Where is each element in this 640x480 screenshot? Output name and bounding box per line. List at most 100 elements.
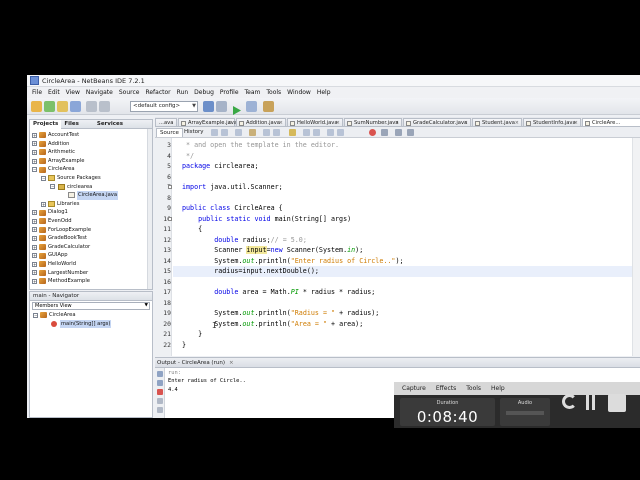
- debug-icon[interactable]: [246, 101, 257, 112]
- uncomment-icon[interactable]: [337, 129, 344, 136]
- code-area[interactable]: 3 * and open the template in the editor.…: [163, 138, 640, 356]
- find-icon[interactable]: [249, 129, 256, 136]
- projects-scrollbar[interactable]: [147, 129, 152, 289]
- hammer-icon[interactable]: [203, 101, 214, 112]
- tree-item-accounttest[interactable]: + AccountTest: [30, 131, 152, 140]
- stop-macro-icon[interactable]: [381, 129, 388, 136]
- tree-item-addition[interactable]: + Addition: [30, 140, 152, 149]
- menu-source[interactable]: Source: [116, 87, 143, 98]
- close-icon[interactable]: ×: [228, 119, 232, 126]
- pause-icon[interactable]: [592, 395, 595, 410]
- config-select[interactable]: <default config> ▼: [130, 101, 198, 112]
- expand-icon[interactable]: +: [32, 227, 37, 233]
- tree-item-circlearea-package[interactable]: − circlearea: [30, 183, 152, 192]
- stop-recording-icon[interactable]: [608, 394, 626, 412]
- clear-icon[interactable]: [157, 407, 163, 413]
- shift-left-icon[interactable]: [303, 129, 310, 136]
- expand-icon[interactable]: +: [32, 149, 37, 155]
- close-icon[interactable]: ×: [515, 119, 519, 126]
- tree-item-gradebooktest[interactable]: + GradeBookTest: [30, 234, 152, 243]
- tree-item-guiapp[interactable]: + GUIApp: [30, 251, 152, 260]
- close-icon[interactable]: ×: [229, 358, 234, 368]
- close-icon[interactable]: ×: [464, 119, 468, 126]
- expand-icon[interactable]: +: [32, 278, 37, 284]
- tree-item-dialog1[interactable]: + Dialog1: [30, 208, 152, 217]
- fold-icon[interactable]: [168, 185, 172, 189]
- comment-icon[interactable]: [327, 129, 334, 136]
- tree-item-forloopexample[interactable]: + ForLoopExample: [30, 226, 152, 235]
- pause-icon[interactable]: [586, 395, 589, 410]
- recorder-menu-capture[interactable]: Capture: [397, 385, 431, 392]
- expand-icon[interactable]: +: [32, 141, 37, 147]
- tree-item-circlearea-java[interactable]: CircleArea.java: [30, 191, 152, 200]
- undo-icon[interactable]: [86, 101, 97, 112]
- recorder-menu-tools[interactable]: Tools: [461, 385, 486, 392]
- menu-debug[interactable]: Debug: [191, 87, 217, 98]
- profile-icon[interactable]: [263, 101, 274, 112]
- menu-refactor[interactable]: Refactor: [142, 87, 173, 98]
- tab-file-studentinfo[interactable]: StudentInfo.java ×: [523, 118, 581, 126]
- back-icon[interactable]: [221, 129, 228, 136]
- tree-item-evenodd[interactable]: + EvenOdd: [30, 217, 152, 226]
- nav-item-class[interactable]: − CircleArea: [30, 311, 152, 320]
- rerun-different-icon[interactable]: [157, 380, 163, 386]
- tab-file-circlearea[interactable]: CircleAre...: [582, 118, 640, 126]
- tree-item-circlearea[interactable]: − CircleArea: [30, 165, 152, 174]
- expand-icon[interactable]: +: [32, 235, 37, 241]
- tab-file-gradecalculator[interactable]: GradeCalculator.java ×: [403, 118, 471, 126]
- collapse-icon[interactable]: −: [32, 167, 37, 173]
- collapse-icon[interactable]: −: [33, 312, 38, 318]
- new-project-icon[interactable]: [31, 101, 42, 112]
- menu-edit[interactable]: Edit: [45, 87, 63, 98]
- expand-icon[interactable]: +: [32, 218, 37, 224]
- restart-recording-icon[interactable]: [562, 394, 577, 409]
- tree-item-helloworld[interactable]: + HelloWorld: [30, 260, 152, 269]
- menu-window[interactable]: Window: [284, 87, 314, 98]
- editor-scrollbar[interactable]: [632, 138, 640, 356]
- run-icon[interactable]: [231, 101, 242, 115]
- tab-file-addition[interactable]: Addition.java ×: [236, 118, 286, 126]
- tab-file-helloworld[interactable]: HelloWorld.java ×: [287, 118, 343, 126]
- close-icon[interactable]: ×: [574, 119, 578, 126]
- menu-profile[interactable]: Profile: [217, 87, 242, 98]
- menu-tools[interactable]: Tools: [263, 87, 284, 98]
- clean-build-icon[interactable]: [216, 101, 227, 112]
- menu-navigate[interactable]: Navigate: [83, 87, 116, 98]
- save-all-icon[interactable]: [70, 101, 81, 112]
- tree-item-arrayexample[interactable]: + ArrayExample: [30, 157, 152, 166]
- open-project-icon[interactable]: [57, 101, 68, 112]
- shift-right-icon[interactable]: [313, 129, 320, 136]
- find-next-icon[interactable]: [273, 129, 280, 136]
- start-macro-icon[interactable]: [369, 129, 376, 136]
- expand-icon[interactable]: +: [32, 158, 37, 164]
- settings-icon[interactable]: [157, 398, 163, 404]
- forward-icon[interactable]: [235, 129, 242, 136]
- recorder-menu-help[interactable]: Help: [486, 385, 510, 392]
- tab-source[interactable]: Source: [156, 128, 183, 137]
- format-icon[interactable]: [407, 129, 414, 136]
- expand-icon[interactable]: +: [32, 210, 37, 216]
- output-console[interactable]: run: Enter radius of Circle.. 4.4: [168, 369, 246, 394]
- fold-icon[interactable]: [168, 216, 172, 221]
- menu-team[interactable]: Team: [242, 87, 264, 98]
- tab-file-student[interactable]: Student.java ×: [472, 118, 522, 126]
- toggle-highlight-icon[interactable]: [289, 129, 296, 136]
- stop-icon[interactable]: [157, 389, 163, 395]
- find-previous-icon[interactable]: [263, 129, 270, 136]
- recorder-menu-effects[interactable]: Effects: [431, 385, 461, 392]
- tab-file-arrayexample[interactable]: ArrayExample.java ×: [178, 118, 237, 126]
- tree-item-methodexample[interactable]: + MethodExample: [30, 277, 152, 286]
- expand-icon[interactable]: +: [41, 201, 46, 207]
- close-icon[interactable]: ×: [279, 119, 283, 126]
- tab-file-sumnumber[interactable]: SumNumber.java ×: [344, 118, 402, 126]
- expand-icon[interactable]: +: [32, 132, 37, 138]
- tree-item-source-packages[interactable]: − Source Packages: [30, 174, 152, 183]
- new-file-icon[interactable]: [44, 101, 55, 112]
- menu-view[interactable]: View: [63, 87, 83, 98]
- members-view-select[interactable]: Members View ▼: [32, 302, 150, 310]
- redo-icon[interactable]: [99, 101, 110, 112]
- close-icon[interactable]: ×: [395, 119, 399, 126]
- expand-icon[interactable]: +: [32, 253, 37, 259]
- bookmark-icon[interactable]: [395, 129, 402, 136]
- tab-projects[interactable]: Projects: [30, 120, 62, 129]
